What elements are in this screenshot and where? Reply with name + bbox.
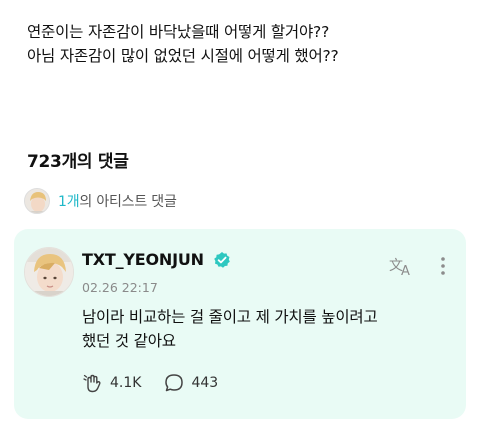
more-vertical-icon[interactable] — [436, 255, 450, 277]
svg-text:A: A — [401, 264, 410, 277]
heart-cheer-icon — [83, 374, 101, 393]
comment-body: 남이라 비교하는 걸 줄이고 제 가치를 높이려고 했던 것 같아요 — [82, 305, 452, 353]
artist-comment-card: TXT_YEONJUN 02.26 22:17 文 A 남이라 비교하는 걸 줄… — [14, 229, 466, 419]
translate-icon[interactable]: 文 A — [388, 255, 416, 277]
avatar[interactable] — [24, 247, 74, 297]
like-count: 4.1K — [110, 375, 142, 391]
artist-comments-label: 1개의 아티스트 댓글 — [58, 191, 177, 211]
artist-comments-link[interactable]: 1개의 아티스트 댓글 — [24, 188, 177, 214]
like-button[interactable]: 4.1K — [82, 372, 141, 394]
question-line-1: 연준이는 자존감이 바닥났을때 어떻게 할거야?? — [27, 23, 330, 41]
post-question: 연준이는 자존감이 바닥났을때 어떻게 할거야?? 아님 자존감이 많이 없었던… — [27, 20, 467, 68]
comment-body-line-1: 남이라 비교하는 걸 줄이고 제 가치를 높이려고 — [82, 308, 378, 326]
reply-button[interactable]: 443 — [163, 372, 218, 394]
speech-bubble-icon — [165, 374, 184, 392]
verified-badge-icon — [214, 252, 230, 268]
artist-comments-suffix: 의 아티스트 댓글 — [79, 194, 177, 210]
reply-count: 443 — [191, 375, 219, 391]
comments-count-title: 723개의 댓글 — [27, 152, 129, 172]
artist-mini-avatar — [24, 188, 50, 214]
comment-date: 02.26 22:17 — [82, 280, 158, 295]
comment-username[interactable]: TXT_YEONJUN — [82, 250, 204, 269]
comment-actions: 4.1K 443 — [82, 372, 240, 394]
comment-body-line-2: 했던 것 같아요 — [82, 332, 176, 350]
section-divider — [0, 122, 480, 132]
question-line-2: 아님 자존감이 많이 없었던 시절에 어떻게 했어?? — [27, 47, 339, 65]
artist-comments-count: 1개 — [58, 194, 80, 210]
